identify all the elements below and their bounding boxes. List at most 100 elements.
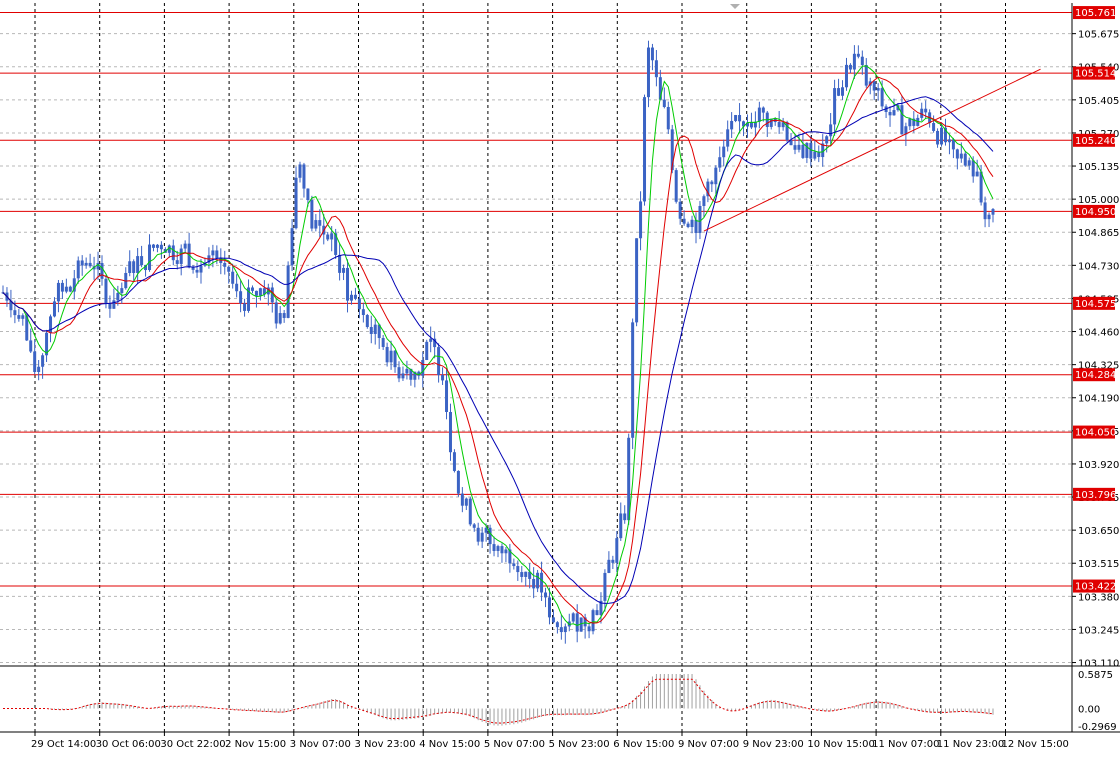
candle-body bbox=[848, 64, 852, 70]
candle-body bbox=[274, 302, 278, 324]
candle-body bbox=[41, 355, 45, 367]
candle-body bbox=[674, 170, 678, 202]
candle-body bbox=[480, 532, 484, 542]
time-tick-label: 5 Nov 07:00 bbox=[484, 739, 545, 750]
candle-body bbox=[306, 188, 310, 201]
candle-body bbox=[595, 610, 599, 616]
candle-body bbox=[294, 177, 298, 229]
candle-body bbox=[88, 262, 92, 267]
candle-body bbox=[235, 283, 239, 292]
level-label: 105.514 bbox=[1075, 69, 1116, 80]
candle-body bbox=[940, 127, 944, 145]
time-tick-label: 11 Nov 23:00 bbox=[937, 739, 1004, 750]
candle-body bbox=[734, 115, 738, 121]
candle-body bbox=[250, 287, 254, 291]
level-label: 103.422 bbox=[1075, 582, 1116, 593]
candle-body bbox=[888, 111, 892, 116]
price-chart[interactable]: 105.675105.540105.405105.270105.135105.0… bbox=[0, 0, 1120, 756]
level-label: 103.796 bbox=[1075, 490, 1116, 501]
candle-body bbox=[421, 360, 425, 376]
candle-body bbox=[722, 146, 726, 158]
candle-body bbox=[140, 256, 144, 266]
time-tick-label: 5 Nov 23:00 bbox=[549, 739, 610, 750]
candle-body bbox=[615, 538, 619, 563]
candle-body bbox=[979, 171, 983, 203]
candle-body bbox=[353, 294, 357, 299]
candle-body bbox=[401, 373, 405, 379]
candle-body bbox=[936, 130, 940, 145]
candle-body bbox=[710, 181, 714, 185]
price-tick-label: 103.515 bbox=[1078, 559, 1119, 570]
level-label: 104.575 bbox=[1075, 299, 1116, 310]
candle-body bbox=[405, 368, 409, 374]
candle-body bbox=[563, 626, 567, 633]
candle-body bbox=[571, 613, 575, 622]
level-label: 104.950 bbox=[1075, 207, 1116, 218]
level-label: 105.240 bbox=[1075, 136, 1116, 147]
candle-body bbox=[761, 107, 765, 113]
price-tick-label: 104.730 bbox=[1078, 261, 1119, 272]
candle-body bbox=[694, 219, 698, 233]
level-label: 104.050 bbox=[1075, 428, 1116, 439]
time-tick-label: 9 Nov 23:00 bbox=[743, 739, 804, 750]
candle-body bbox=[155, 244, 159, 248]
candle-body bbox=[797, 144, 801, 150]
price-tick-label: 103.650 bbox=[1078, 526, 1119, 537]
candle-body bbox=[338, 254, 342, 273]
candle-body bbox=[96, 263, 100, 270]
candle-body bbox=[346, 267, 350, 301]
candle-body bbox=[607, 559, 611, 573]
candle-body bbox=[310, 200, 314, 229]
candle-body bbox=[643, 97, 647, 202]
time-tick-label: 2 Nov 15:00 bbox=[225, 739, 286, 750]
candle-body bbox=[389, 350, 393, 363]
price-tick-label: 103.380 bbox=[1078, 592, 1119, 603]
candle-body bbox=[445, 380, 449, 412]
oscillator-tick-label: 0.00 bbox=[1078, 705, 1100, 716]
price-tick-label: 105.405 bbox=[1078, 96, 1119, 107]
candle-body bbox=[718, 157, 722, 168]
candle-body bbox=[112, 300, 116, 309]
candle-body bbox=[611, 559, 615, 563]
candle-body bbox=[286, 265, 290, 318]
candle-body bbox=[520, 572, 524, 577]
time-tick-label: 6 Nov 15:00 bbox=[613, 739, 674, 750]
candle-body bbox=[441, 375, 445, 381]
candle-body bbox=[215, 250, 219, 259]
candle-body bbox=[575, 613, 579, 632]
candle-body bbox=[104, 278, 108, 304]
time-tick-label: 30 Oct 06:00 bbox=[96, 739, 161, 750]
candle-body bbox=[547, 597, 551, 618]
chart-canvas[interactable]: 105.675105.540105.405105.270105.135105.0… bbox=[0, 0, 1120, 756]
candle-body bbox=[64, 286, 68, 292]
candle-body bbox=[682, 218, 686, 224]
time-tick-label: 10 Nov 15:00 bbox=[807, 739, 874, 750]
candle-body bbox=[151, 244, 155, 248]
candle-body bbox=[757, 107, 761, 122]
candle-body bbox=[876, 88, 880, 91]
candle-body bbox=[29, 340, 33, 352]
candle-body bbox=[191, 267, 195, 270]
candle-body bbox=[393, 350, 397, 368]
candle-body bbox=[476, 527, 480, 542]
candle-body bbox=[714, 167, 718, 185]
candle-body bbox=[738, 115, 742, 122]
candle-body bbox=[646, 47, 650, 98]
candle-body bbox=[132, 261, 136, 273]
candle-body bbox=[841, 87, 845, 96]
candle-body bbox=[318, 220, 322, 226]
time-tick-label: 4 Nov 15:00 bbox=[419, 739, 480, 750]
candle-body bbox=[825, 136, 829, 144]
candle-body bbox=[516, 566, 520, 573]
candle-body bbox=[801, 144, 805, 158]
candle-body bbox=[860, 56, 864, 66]
candle-body bbox=[932, 123, 936, 131]
candle-body bbox=[456, 470, 460, 494]
price-tick-label: 103.245 bbox=[1078, 625, 1119, 636]
candle-body bbox=[971, 160, 975, 177]
candle-body bbox=[726, 129, 730, 147]
candle-body bbox=[17, 315, 21, 319]
candle-body bbox=[302, 164, 306, 189]
price-tick-label: 104.865 bbox=[1078, 228, 1119, 239]
candle-body bbox=[702, 196, 706, 206]
